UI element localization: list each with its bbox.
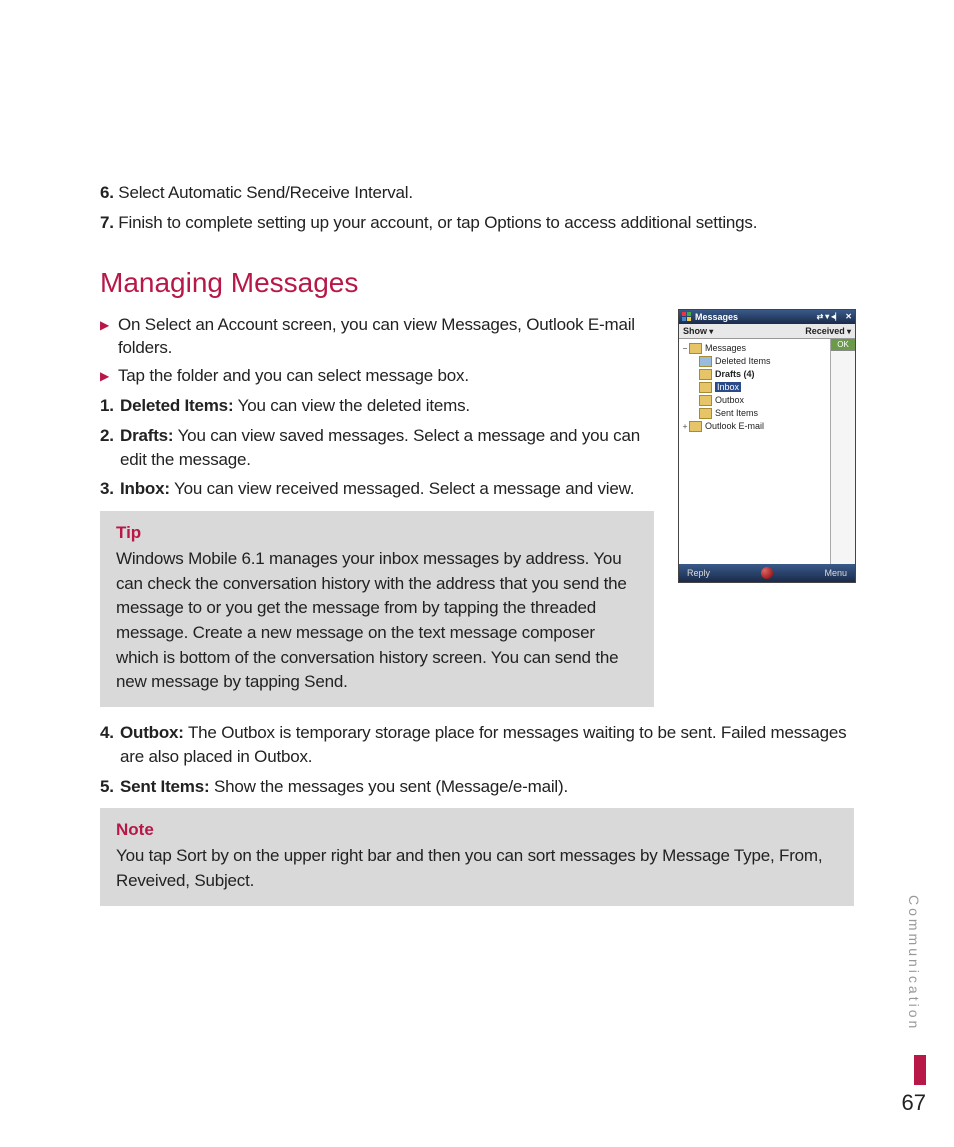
tip-box: Tip Windows Mobile 6.1 manages your inbo…	[100, 511, 654, 707]
bullet-1: ▶ On Select an Account screen, you can v…	[100, 313, 654, 361]
list-text: You can view saved messages. Select a me…	[120, 426, 640, 469]
folder-icon	[699, 356, 712, 367]
tree-node-messages[interactable]: −Messages	[681, 342, 828, 355]
list-num: 1.	[100, 394, 120, 418]
list-item-1: 1. Deleted Items: You can view the delet…	[100, 394, 654, 418]
windows-flag-icon	[682, 312, 692, 322]
folder-tree: −Messages Deleted Items Drafts (4) Inbox…	[679, 339, 830, 564]
tree-node-deleted[interactable]: Deleted Items	[681, 355, 828, 368]
folder-icon	[689, 343, 702, 354]
list-item-3: 3. Inbox: You can view received messaged…	[100, 477, 654, 501]
list-num: 5.	[100, 775, 120, 799]
sync-icon: ⇄	[817, 312, 824, 321]
tree-node-outlook[interactable]: +Outlook E-mail	[681, 420, 828, 433]
tip-title: Tip	[116, 523, 638, 543]
tree-node-sent[interactable]: Sent Items	[681, 407, 828, 420]
device-bottombar: Reply Menu	[679, 564, 855, 582]
page-number: 67	[902, 1090, 926, 1116]
side-accent	[914, 1055, 926, 1085]
received-dropdown[interactable]: Received	[805, 326, 851, 336]
step-7: 7. Finish to complete setting up your ac…	[100, 211, 854, 235]
device-screenshot: Messages ⇄ ▾ ◂⎸ ✕ Show Received −Message…	[678, 309, 856, 583]
device-sidepane: OK	[830, 339, 855, 564]
bullet-2: ▶ Tap the folder and you can select mess…	[100, 364, 654, 388]
step-6-text: Select Automatic Send/Receive Interval.	[114, 183, 413, 202]
list-item-4: 4. Outbox: The Outbox is temporary stora…	[100, 721, 854, 769]
step-7-number: 7.	[100, 213, 114, 232]
arrow-icon: ▶	[100, 364, 118, 388]
folder-icon	[689, 421, 702, 432]
list-text: Show the messages you sent (Message/e-ma…	[209, 777, 568, 796]
list-label: Deleted Items:	[120, 396, 233, 415]
volume-icon: ◂⎸	[831, 312, 843, 322]
list-num: 4.	[100, 721, 120, 769]
note-title: Note	[116, 820, 838, 840]
list-num: 2.	[100, 424, 120, 472]
reply-button[interactable]: Reply	[687, 568, 710, 578]
device-titlebar: Messages ⇄ ▾ ◂⎸ ✕	[679, 310, 855, 324]
list-label: Drafts:	[120, 426, 173, 445]
step-7-text: Finish to complete setting up your accou…	[114, 213, 757, 232]
close-icon[interactable]: ✕	[845, 312, 852, 321]
bullet-1-text: On Select an Account screen, you can vie…	[118, 313, 654, 361]
list-text: You can view received messaged. Select a…	[170, 479, 634, 498]
bullet-2-text: Tap the folder and you can select messag…	[118, 364, 469, 388]
list-text: You can view the deleted items.	[233, 396, 469, 415]
signal-icon: ▾	[825, 312, 829, 321]
device-title: Messages	[695, 312, 815, 322]
show-dropdown[interactable]: Show	[683, 326, 713, 336]
list-label: Inbox:	[120, 479, 170, 498]
list-item-5: 5. Sent Items: Show the messages you sen…	[100, 775, 854, 799]
arrow-icon: ▶	[100, 313, 118, 361]
tip-body: Windows Mobile 6.1 manages your inbox me…	[116, 547, 638, 695]
tree-node-outbox[interactable]: Outbox	[681, 394, 828, 407]
tree-node-inbox[interactable]: Inbox	[681, 381, 828, 394]
note-body: You tap Sort by on the upper right bar a…	[116, 844, 838, 893]
list-item-2: 2. Drafts: You can view saved messages. …	[100, 424, 654, 472]
step-6-number: 6.	[100, 183, 114, 202]
list-label: Sent Items:	[120, 777, 209, 796]
list-num: 3.	[100, 477, 120, 501]
folder-icon	[699, 408, 712, 419]
list-label: Outbox:	[120, 723, 184, 742]
folder-icon	[699, 395, 712, 406]
folder-icon	[699, 369, 712, 380]
ok-button[interactable]: OK	[831, 339, 855, 351]
folder-icon	[699, 382, 712, 393]
record-icon[interactable]	[761, 567, 773, 579]
list-text: The Outbox is temporary storage place fo…	[120, 723, 846, 766]
menu-button[interactable]: Menu	[824, 568, 847, 578]
note-box: Note You tap Sort by on the upper right …	[100, 808, 854, 905]
section-heading: Managing Messages	[100, 267, 854, 299]
side-tab-label: Communication	[906, 895, 922, 1031]
step-6: 6. Select Automatic Send/Receive Interva…	[100, 181, 854, 205]
device-toolbar: Show Received	[679, 324, 855, 339]
tree-node-drafts[interactable]: Drafts (4)	[681, 368, 828, 381]
